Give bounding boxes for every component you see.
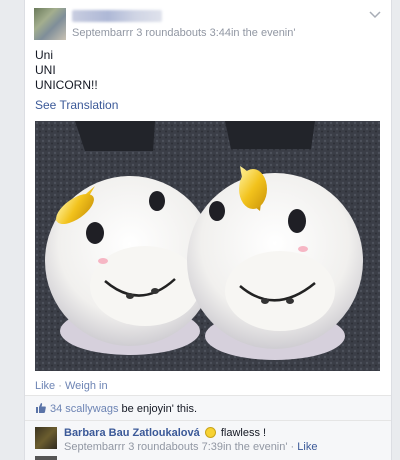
smiley-icon [204, 427, 216, 438]
comment: Barbara Bau Zatloukalová flawless ! Sept… [25, 421, 391, 460]
weigh-in-link[interactable]: Weigh in [65, 380, 108, 392]
next-comment-avatar [35, 456, 57, 460]
poster-avatar[interactable] [34, 8, 66, 40]
post-card: Septembarrr 3 roundabouts 3:44in the eve… [24, 0, 392, 460]
poster-name-blurred[interactable] [72, 10, 162, 22]
post-photo[interactable] [35, 121, 380, 371]
comment-timestamp[interactable]: Septembarrr 3 roundabouts 7:39in the eve… [64, 441, 287, 453]
post-text-line: UNI [35, 63, 56, 77]
action-separator: · [58, 380, 62, 392]
likes-summary: 34 scallywags be enjoyin' this. [25, 396, 391, 421]
comment-text: flawless ! [217, 427, 267, 439]
post-actions: Like · Weigh in [35, 380, 108, 392]
post-text-line: Uni [35, 48, 54, 62]
comment-author-link[interactable]: Barbara Bau Zatloukalová [64, 427, 200, 439]
unicorn-slippers-image [35, 121, 380, 371]
post-timestamp[interactable]: Septembarrr 3 roundabouts 3:44in the eve… [72, 27, 295, 39]
thumbs-up-icon [36, 403, 46, 413]
post-text: Uni UNI UNICORN!! [35, 48, 98, 93]
commenter-avatar[interactable] [35, 427, 57, 449]
see-translation-link[interactable]: See Translation [35, 98, 118, 112]
post-text-line: UNICORN!! [35, 78, 98, 92]
likes-suffix: be enjoyin' this. [118, 403, 198, 415]
like-link[interactable]: Like [35, 380, 55, 392]
likers-link[interactable]: 34 scallywags [50, 403, 118, 415]
comment-separator: · [287, 441, 298, 453]
chevron-down-icon[interactable] [369, 10, 381, 20]
comment-like-link[interactable]: Like [297, 441, 317, 453]
